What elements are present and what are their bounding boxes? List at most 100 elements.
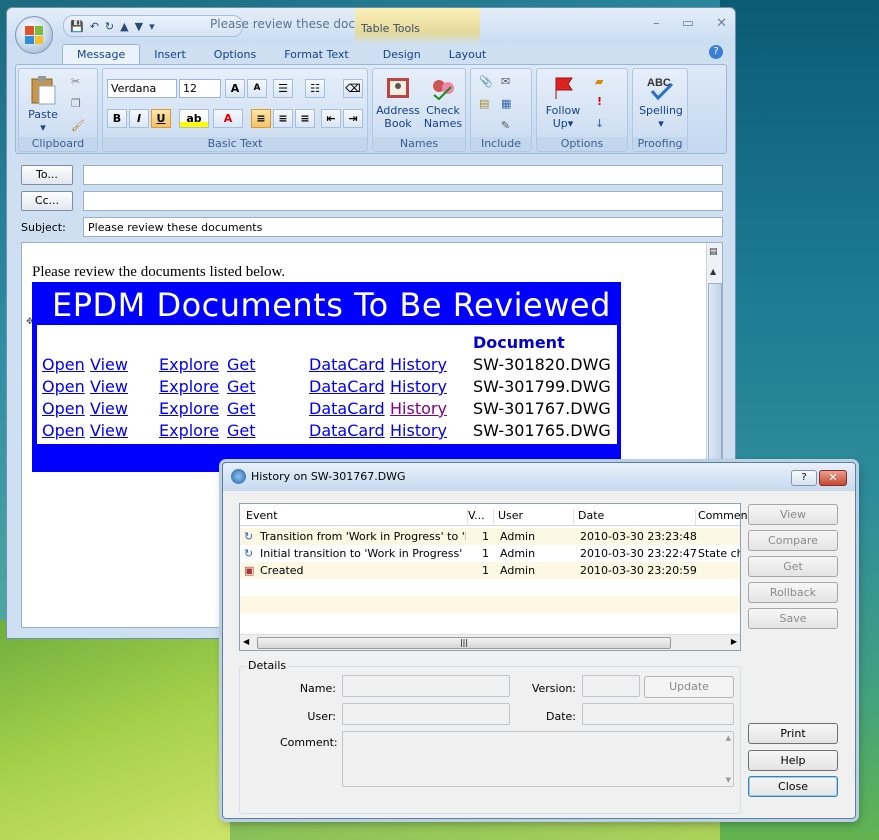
attach-file-icon[interactable]: 📎 — [479, 75, 493, 88]
grow-font-button[interactable]: A — [225, 79, 245, 98]
underline-button[interactable]: U — [151, 109, 171, 128]
font-size-combo[interactable]: 12 — [179, 79, 221, 98]
dialog-help-button[interactable]: ? — [791, 470, 817, 486]
open-link[interactable]: Open — [42, 399, 85, 418]
save-icon[interactable]: 💾 — [70, 20, 84, 33]
spelling-button[interactable]: ABC Spelling ▾ — [635, 75, 687, 130]
open-link[interactable]: Open — [42, 421, 85, 440]
redo-icon[interactable]: ↻ — [105, 20, 114, 33]
get-link[interactable]: Get — [227, 377, 256, 396]
rollback-button[interactable]: Rollback — [748, 582, 838, 603]
up-arrow-icon[interactable]: ▲ — [120, 20, 128, 33]
help-button[interactable]: Help — [748, 750, 838, 771]
explore-link[interactable]: Explore — [159, 377, 219, 396]
high-importance-icon[interactable]: ! — [597, 95, 602, 108]
cc-button[interactable]: Cc... — [21, 191, 73, 211]
cc-field[interactable] — [83, 191, 723, 211]
address-book-button[interactable]: Address Book — [375, 75, 421, 130]
calendar-icon[interactable]: ▦ — [501, 97, 511, 110]
scrollbar-thumb[interactable] — [708, 283, 722, 463]
tab-layout[interactable]: Layout — [435, 45, 500, 64]
help-icon[interactable]: ? — [709, 45, 723, 59]
format-painter-icon[interactable]: 🖌 — [71, 119, 85, 132]
save-button[interactable]: Save — [748, 608, 838, 629]
history-link[interactable]: History — [390, 421, 447, 440]
font-color-button[interactable]: A — [213, 109, 243, 128]
numbering-button[interactable]: ☷ — [305, 79, 325, 98]
ruler-toggle-icon[interactable]: ▤ — [709, 247, 718, 257]
history-link[interactable]: History — [390, 377, 447, 396]
get-link[interactable]: Get — [227, 399, 256, 418]
view-link[interactable]: View — [90, 355, 128, 374]
view-link[interactable]: View — [90, 377, 128, 396]
maximize-icon[interactable]: ▭ — [682, 16, 694, 31]
tab-message[interactable]: Message — [62, 44, 141, 64]
history-row[interactable]: ↻ Initial transition to 'Work in Progres… — [240, 545, 740, 562]
update-button[interactable]: Update — [644, 676, 734, 698]
history-row[interactable]: ↻ Transition from 'Work in Progress' to … — [240, 528, 740, 545]
print-button[interactable]: Print — [748, 723, 838, 744]
history-list-hscrollbar[interactable]: ◀ ||| ▶ — [240, 634, 740, 650]
categorize-icon[interactable]: ▰ — [595, 75, 603, 88]
undo-icon[interactable]: ↶ — [90, 20, 99, 33]
attach-item-icon[interactable]: ✉ — [501, 75, 510, 88]
open-link[interactable]: Open — [42, 377, 85, 396]
italic-button[interactable]: I — [129, 109, 149, 128]
open-link[interactable]: Open — [42, 355, 85, 374]
column-header-comment[interactable]: Commen — [698, 509, 748, 525]
scroll-right-icon[interactable]: ▶ — [731, 637, 737, 646]
datacard-link[interactable]: DataCard — [309, 355, 385, 374]
to-field[interactable] — [83, 165, 723, 185]
get-link[interactable]: Get — [227, 421, 256, 440]
bullets-button[interactable]: ☰ — [273, 79, 293, 98]
get-button[interactable]: Get — [748, 556, 838, 577]
scroll-left-icon[interactable]: ◀ — [243, 637, 249, 646]
shrink-font-button[interactable]: A — [247, 79, 267, 98]
column-header-version[interactable]: V... — [468, 509, 494, 525]
explore-link[interactable]: Explore — [159, 399, 219, 418]
explore-link[interactable]: Explore — [159, 355, 219, 374]
minimize-icon[interactable]: – — [653, 16, 660, 31]
decrease-indent-button[interactable]: ⇤ — [321, 109, 341, 128]
increase-indent-button[interactable]: ⇥ — [343, 109, 363, 128]
dialog-close-button[interactable]: ✕ — [819, 470, 847, 486]
business-card-icon[interactable]: ▤ — [479, 97, 489, 110]
history-link[interactable]: History — [390, 355, 447, 374]
column-header-date[interactable]: Date — [578, 509, 696, 525]
bold-button[interactable]: B — [107, 109, 127, 128]
highlight-button[interactable]: ab — [179, 109, 209, 128]
subject-field[interactable]: Please review these documents — [83, 217, 723, 237]
down-arrow-icon[interactable]: ▼ — [135, 20, 143, 33]
scrollbar-thumb[interactable]: ||| — [257, 637, 671, 649]
history-list[interactable]: Event V... User Date Commen ↻ Transition… — [239, 503, 748, 651]
compare-button[interactable]: Compare — [748, 530, 838, 551]
tab-format-text[interactable]: Format Text — [270, 45, 363, 64]
align-left-button[interactable]: ≡ — [251, 109, 271, 128]
low-importance-icon[interactable]: ↓ — [595, 117, 604, 130]
view-button[interactable]: View — [748, 504, 838, 525]
close-icon[interactable]: ✕ — [716, 16, 727, 31]
copy-icon[interactable]: ❐ — [71, 97, 81, 110]
scroll-up-icon[interactable]: ▲ — [710, 267, 716, 276]
datacard-link[interactable]: DataCard — [309, 377, 385, 396]
to-button[interactable]: To... — [21, 165, 73, 185]
get-link[interactable]: Get — [227, 355, 256, 374]
check-names-button[interactable]: Check Names — [421, 75, 465, 130]
close-button[interactable]: Close — [748, 776, 838, 797]
align-right-button[interactable]: ≡ — [295, 109, 315, 128]
align-center-button[interactable]: ≡ — [273, 109, 293, 128]
signature-icon[interactable]: ✎ — [501, 119, 510, 132]
history-row[interactable]: ▣ Created 1 Admin 2010-03-30 23:20:59 — [240, 562, 740, 579]
tab-design[interactable]: Design — [369, 45, 435, 64]
tab-insert[interactable]: Insert — [140, 45, 200, 64]
history-link[interactable]: History — [390, 399, 447, 418]
datacard-link[interactable]: DataCard — [309, 399, 385, 418]
view-link[interactable]: View — [90, 421, 128, 440]
follow-up-button[interactable]: Follow Up▾ — [539, 75, 587, 130]
tab-options[interactable]: Options — [200, 45, 270, 64]
view-link[interactable]: View — [90, 399, 128, 418]
office-button[interactable] — [15, 16, 53, 54]
column-header-user[interactable]: User — [498, 509, 574, 525]
column-header-event[interactable]: Event — [246, 509, 468, 525]
customize-qat-icon[interactable]: ▾ — [149, 20, 155, 33]
